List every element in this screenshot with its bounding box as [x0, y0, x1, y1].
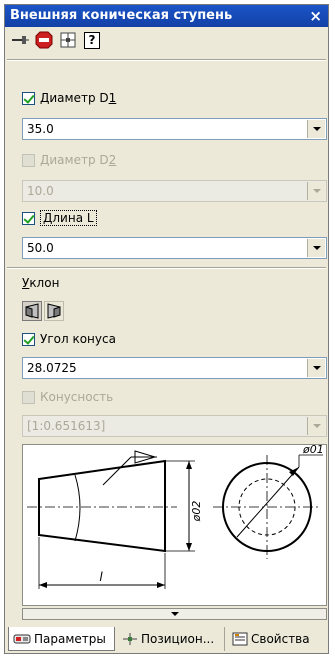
stop-button[interactable] — [33, 30, 55, 50]
tab-properties[interactable]: Свойства — [228, 627, 326, 651]
diameter-d2-combo: 10.0 — [22, 180, 327, 202]
cone-angle-value: 28.0725 — [27, 361, 77, 375]
diameter-d1-checkbox[interactable] — [22, 91, 35, 105]
properties-panel: Внешняя коническая ступень × ? Диаметр D… — [4, 4, 329, 654]
properties-icon — [232, 632, 248, 646]
diameter-d2-checkbox[interactable] — [22, 153, 35, 167]
cone-forward-icon — [25, 303, 39, 319]
parameters-icon — [13, 632, 31, 646]
snap-button[interactable] — [57, 30, 79, 50]
panel-collapse-bar[interactable] — [22, 608, 327, 620]
tab-parameters[interactable]: Параметры — [8, 627, 115, 651]
slope-backward-button[interactable] — [44, 301, 64, 321]
section-separator — [7, 267, 326, 269]
pin-button[interactable] — [9, 30, 31, 50]
length-l-value: 50.0 — [27, 241, 54, 255]
help-button[interactable]: ? — [81, 30, 103, 50]
cone-angle-combo[interactable]: 28.0725 — [22, 357, 327, 379]
stop-icon — [35, 31, 53, 49]
cone-preview-drawing: ø02 l ø01 — [22, 444, 327, 606]
slope-forward-button[interactable] — [22, 301, 42, 321]
length-l-checkbox-row[interactable]: Длина L — [22, 210, 327, 226]
length-l-dropdown-arrow[interactable] — [307, 239, 325, 257]
panel-toolbar: ? — [5, 28, 328, 54]
slope-label: Уклон — [22, 276, 60, 290]
help-icon: ? — [84, 31, 100, 49]
cone-angle-checkbox[interactable] — [22, 332, 35, 346]
diameter-d1-value: 35.0 — [27, 122, 54, 136]
length-l-combo[interactable]: 50.0 — [22, 237, 327, 259]
cone-angle-dropdown-arrow[interactable] — [307, 359, 325, 377]
cone-backward-icon — [47, 303, 61, 319]
tab-positioning[interactable]: Позицион... — [118, 627, 225, 651]
diameter-d1-checkbox-row[interactable]: Диаметр D1 — [22, 90, 327, 106]
dim-d1-text: ø01 — [302, 445, 324, 456]
diameter-d2-label: Диаметр D2 — [40, 153, 117, 167]
pin-icon — [12, 36, 29, 44]
diameter-d2-checkbox-row[interactable]: Диаметр D2 — [22, 152, 327, 168]
panel-title-bar: Внешняя коническая ступень × — [5, 5, 328, 27]
cone-angle-label: Угол конуса — [40, 332, 116, 346]
tab-positioning-label: Позицион... — [141, 632, 215, 646]
length-l-checkbox[interactable] — [22, 211, 35, 225]
tab-properties-label: Свойства — [251, 632, 310, 646]
taper-value: [1:0.651613] — [27, 419, 106, 433]
taper-checkbox-row[interactable]: Конусность — [22, 389, 327, 405]
cone-angle-checkbox-row[interactable]: Угол конуса — [22, 331, 327, 347]
diameter-d1-label: Диаметр D1 — [40, 91, 117, 105]
diameter-d2-dropdown-arrow — [307, 182, 325, 200]
panel-tabs: Параметры Позицион... Свойства — [5, 625, 328, 653]
diameter-d1-combo[interactable]: 35.0 — [22, 118, 327, 140]
dim-d2-text: ø02 — [190, 501, 203, 523]
slope-direction-buttons — [22, 301, 66, 321]
snap-grid-icon — [60, 32, 76, 48]
panel-title: Внешняя коническая ступень — [10, 8, 233, 23]
taper-label: Конусность — [40, 390, 114, 404]
dim-l-text: l — [99, 570, 103, 584]
tab-parameters-label: Параметры — [34, 631, 106, 646]
toolbar-separator — [7, 59, 326, 61]
length-l-label: Длина L — [40, 210, 97, 226]
taper-dropdown-arrow — [307, 417, 325, 435]
taper-combo: [1:0.651613] — [22, 415, 327, 437]
cone-sketch: ø02 l ø01 — [27, 445, 324, 589]
close-button[interactable]: × — [309, 5, 322, 27]
taper-checkbox[interactable] — [22, 390, 35, 404]
slope-section-heading: Уклон — [22, 275, 327, 291]
diameter-d2-value: 10.0 — [27, 184, 54, 198]
diameter-d1-dropdown-arrow[interactable] — [307, 120, 325, 138]
positioning-icon — [122, 632, 138, 646]
